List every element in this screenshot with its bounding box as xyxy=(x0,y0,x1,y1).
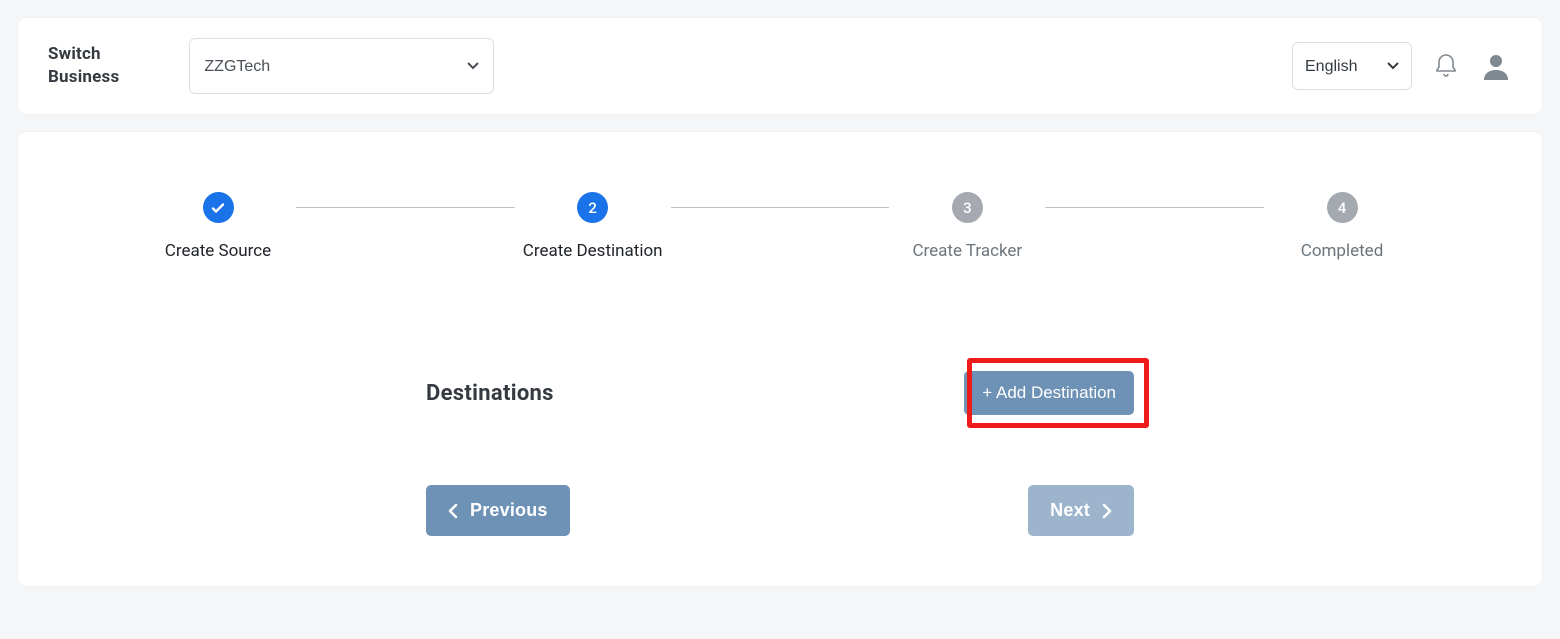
step-create-destination: 2 Create Destination xyxy=(523,192,663,261)
chevron-right-icon xyxy=(1102,503,1112,519)
step-label: Create Tracker xyxy=(912,241,1022,261)
step-circle-3: 3 xyxy=(952,192,983,223)
step-connector xyxy=(1045,207,1264,208)
top-bar-right: English xyxy=(1292,42,1512,90)
notifications-button[interactable] xyxy=(1434,51,1458,81)
step-circle-4: 4 xyxy=(1327,192,1358,223)
check-icon xyxy=(210,200,226,216)
step-label: Create Destination xyxy=(523,241,663,261)
next-button-label: Next xyxy=(1050,500,1090,521)
user-icon xyxy=(1480,50,1512,82)
step-label: Create Source xyxy=(165,241,271,261)
add-destination-button[interactable]: + Add Destination xyxy=(964,371,1134,415)
step-create-tracker: 3 Create Tracker xyxy=(897,192,1037,261)
next-button[interactable]: Next xyxy=(1028,485,1134,536)
language-select[interactable]: English xyxy=(1292,42,1412,90)
profile-avatar-button[interactable] xyxy=(1480,50,1512,82)
wizard-card: Create Source 2 Create Destination 3 Cre… xyxy=(18,132,1542,586)
destinations-header-row: Destinations + Add Destination xyxy=(426,371,1134,415)
step-circle-1 xyxy=(203,192,234,223)
step-connector xyxy=(671,207,890,208)
previous-button-label: Previous xyxy=(470,500,548,521)
step-label: Completed xyxy=(1301,241,1384,261)
bell-icon xyxy=(1434,51,1458,81)
wizard-nav-row: Previous Next xyxy=(426,485,1134,536)
chevron-left-icon xyxy=(448,503,458,519)
switch-business-label: Switch Business xyxy=(48,43,119,89)
section-title: Destinations xyxy=(426,381,554,406)
step-completed: 4 Completed xyxy=(1272,192,1412,261)
previous-button[interactable]: Previous xyxy=(426,485,570,536)
step-create-source: Create Source xyxy=(148,192,288,261)
step-connector xyxy=(296,207,515,208)
step-circle-2: 2 xyxy=(577,192,608,223)
stepper: Create Source 2 Create Destination 3 Cre… xyxy=(148,192,1412,261)
business-select[interactable]: ZZGTech xyxy=(189,38,494,94)
top-bar: Switch Business ZZGTech English xyxy=(18,18,1542,114)
